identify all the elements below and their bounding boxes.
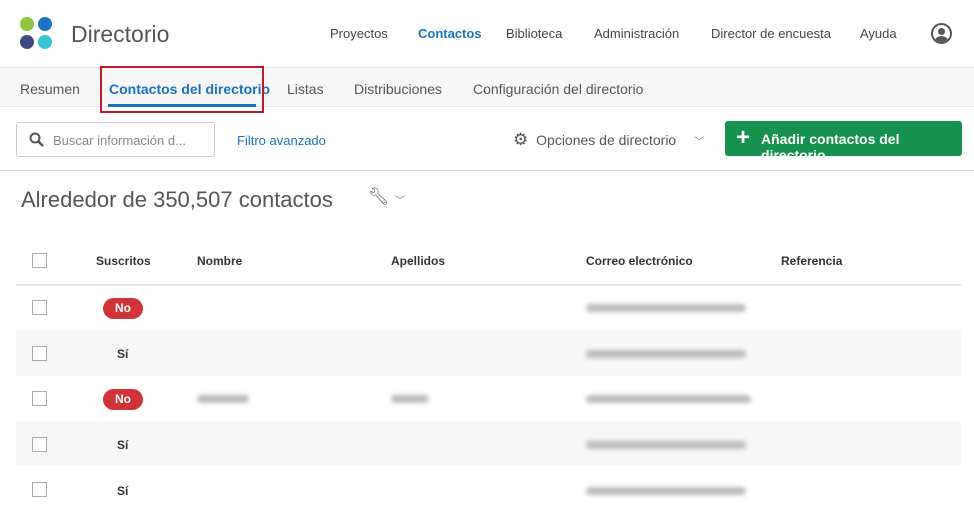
table-row[interactable] — [16, 286, 961, 331]
plus-icon: + — [736, 124, 751, 151]
contact-count: Alrededor de 350,507 contactos — [21, 187, 333, 212]
status-badge: No — [103, 298, 143, 319]
col-nombre[interactable]: Nombre — [197, 254, 242, 268]
wrench-icon[interactable]: 🔧︎ — [368, 187, 390, 207]
status-text: Sí — [117, 484, 129, 498]
chevron-down-icon[interactable]: ﹀ — [395, 192, 405, 207]
directory-options-dropdown[interactable]: ⚙ Opciones de directorio ﹀ — [513, 130, 704, 150]
search-placeholder: Buscar información d... — [53, 133, 186, 148]
row-checkbox[interactable] — [32, 346, 47, 361]
advanced-filter-link[interactable]: Filtro avanzado — [237, 133, 326, 148]
row-checkbox[interactable] — [32, 437, 47, 452]
col-suscritos[interactable]: Suscritos — [96, 254, 151, 268]
search-input[interactable]: Buscar información d... — [16, 122, 215, 157]
gear-icon: ⚙ — [513, 130, 529, 149]
nav-administracion[interactable]: Administración — [594, 26, 679, 41]
tab-listas[interactable]: Listas — [287, 81, 324, 97]
top-bar: Directorio Proyectos Contactos Bibliotec… — [0, 0, 974, 66]
app-title: Directorio — [71, 21, 170, 47]
logo-icon — [20, 17, 52, 49]
table-row[interactable] — [16, 331, 961, 376]
tab-distribuciones[interactable]: Distribuciones — [354, 81, 442, 97]
email-cell — [586, 441, 746, 449]
table-row[interactable] — [16, 376, 961, 421]
col-correo[interactable]: Correo electrónico — [586, 254, 693, 268]
status-text: Sí — [117, 347, 129, 361]
chevron-down-icon: ﹀ — [694, 137, 705, 148]
status-text: Sí — [117, 438, 129, 452]
tab-resumen[interactable]: Resumen — [20, 81, 80, 97]
email-cell — [586, 304, 746, 312]
divider — [0, 170, 974, 171]
email-cell — [586, 487, 746, 495]
table-row[interactable] — [16, 466, 961, 511]
nav-biblioteca[interactable]: Biblioteca — [506, 26, 562, 41]
email-cell — [586, 350, 746, 358]
user-avatar-icon[interactable] — [931, 23, 952, 44]
tab-configuracion[interactable]: Configuración del directorio — [473, 81, 643, 97]
surname-cell — [391, 395, 429, 403]
add-contacts-button[interactable]: + Añadir contactos del directorio — [725, 121, 962, 163]
nav-proyectos[interactable]: Proyectos — [330, 26, 388, 41]
nav-director-encuesta[interactable]: Director de encuesta — [711, 26, 831, 41]
search-icon — [29, 132, 44, 147]
add-contacts-label: Añadir contactos del directorio — [761, 131, 900, 163]
nav-ayuda[interactable]: Ayuda — [860, 26, 897, 41]
name-cell — [197, 395, 249, 403]
row-checkbox[interactable] — [32, 391, 47, 406]
row-checkbox[interactable] — [32, 482, 47, 497]
status-badge: No — [103, 389, 143, 410]
row-checkbox[interactable] — [32, 300, 47, 315]
highlight-box — [100, 66, 264, 113]
email-cell — [586, 395, 751, 403]
col-apellidos[interactable]: Apellidos — [391, 254, 445, 268]
col-referencia[interactable]: Referencia — [781, 254, 842, 268]
directory-options-label: Opciones de directorio — [536, 132, 677, 148]
nav-contactos[interactable]: Contactos — [418, 26, 482, 41]
table-row[interactable] — [16, 421, 961, 466]
select-all-checkbox[interactable] — [32, 253, 47, 268]
